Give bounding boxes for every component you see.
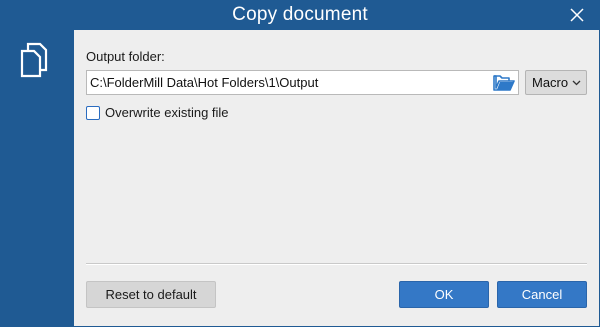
copy-document-icon <box>20 42 48 78</box>
output-folder-label: Output folder: <box>86 49 165 64</box>
copy-document-dialog: Copy document Output folder: M <box>0 0 600 327</box>
sidebar <box>1 30 73 326</box>
overwrite-checkbox[interactable] <box>86 106 100 120</box>
chevron-down-icon <box>572 80 581 86</box>
close-icon <box>570 8 584 22</box>
macro-label: Macro <box>532 75 569 90</box>
reset-to-default-button[interactable]: Reset to default <box>86 281 216 308</box>
close-button[interactable] <box>569 7 585 23</box>
title-bar: Copy document <box>1 1 599 30</box>
ok-button[interactable]: OK <box>399 281 489 308</box>
output-folder-input[interactable] <box>87 71 490 94</box>
dialog-title: Copy document <box>232 4 368 25</box>
divider <box>86 263 587 265</box>
content-panel: Output folder: Macro Overwrite existing … <box>74 30 599 326</box>
browse-folder-button[interactable] <box>493 73 515 92</box>
macro-dropdown[interactable]: Macro <box>525 70 587 95</box>
cancel-button[interactable]: Cancel <box>497 281 587 308</box>
overwrite-label: Overwrite existing file <box>105 105 229 120</box>
output-folder-field[interactable] <box>86 70 519 95</box>
open-folder-icon <box>493 75 515 91</box>
